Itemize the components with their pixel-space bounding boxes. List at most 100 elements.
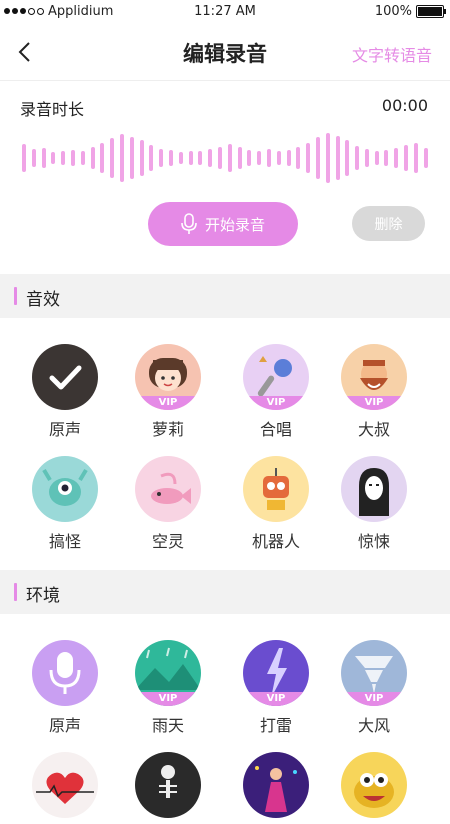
wave-bar <box>345 140 350 176</box>
environment-option[interactable]: VIP 雨天 <box>118 640 218 736</box>
battery-icon <box>416 5 446 18</box>
effects-option[interactable]: 原声 <box>15 344 115 440</box>
wave-bar <box>208 149 213 167</box>
studio-mic-icon <box>49 652 81 694</box>
effects-option[interactable]: VIP 合唱 <box>226 344 326 440</box>
wave-bar <box>394 148 399 168</box>
start-recording-label: 开始录音 <box>204 215 265 234</box>
environment-option[interactable]: VIP 打雷 <box>226 640 326 736</box>
skeleton-icon <box>159 765 177 798</box>
wave-bar <box>129 137 134 179</box>
wave-bar <box>149 145 154 171</box>
wave-bar <box>325 133 330 183</box>
wave-bar <box>266 149 271 167</box>
effects-option-avatar <box>32 344 98 410</box>
wave-bar <box>257 151 262 165</box>
section-title-environment: 环境 <box>26 586 60 606</box>
microphone-icon <box>181 213 197 234</box>
environment-option-avatar <box>32 640 98 706</box>
section-marker <box>14 287 17 305</box>
wave-bar <box>364 149 369 167</box>
wave-bar <box>306 143 311 173</box>
environment-option-label: 大风 <box>357 716 390 735</box>
duration-row: 录音时长 00:00 <box>20 96 428 119</box>
effects-option-avatar <box>32 456 98 522</box>
wave-bar <box>237 147 242 169</box>
effects-option-label: 机器人 <box>251 532 300 551</box>
heart-pulse-icon <box>36 772 94 804</box>
wave-bar <box>355 146 360 170</box>
effects-option-avatar: VIP <box>135 344 201 410</box>
effects-option[interactable]: 空灵 <box>118 456 218 552</box>
effects-option-label: 合唱 <box>259 420 292 439</box>
vip-badge: VIP <box>135 396 201 410</box>
wave-bar <box>119 134 124 182</box>
effects-option[interactable]: 机器人 <box>226 456 326 552</box>
environment-option[interactable] <box>324 752 424 824</box>
effects-option[interactable]: VIP 萝莉 <box>118 344 218 440</box>
wave-bar <box>423 148 428 168</box>
wave-bar <box>51 152 56 164</box>
effects-option-label: 空灵 <box>151 532 184 551</box>
environment-option[interactable] <box>15 752 115 824</box>
vip-badge: VIP <box>135 692 201 706</box>
effects-option[interactable]: VIP 大叔 <box>324 344 424 440</box>
effects-option[interactable]: 搞怪 <box>15 456 115 552</box>
wave-bar <box>70 150 75 166</box>
environment-option-avatar <box>243 752 309 818</box>
wave-bar <box>22 144 26 172</box>
wave-bar <box>335 136 340 180</box>
environment-option[interactable]: VIP 大风 <box>324 640 424 736</box>
effects-option-label: 惊悚 <box>357 532 390 551</box>
environment-option[interactable]: 原声 <box>15 640 115 736</box>
environment-option[interactable] <box>226 752 326 824</box>
ghost-mask-icon <box>359 468 389 516</box>
effects-option-avatar <box>341 456 407 522</box>
disco-icon <box>255 766 297 812</box>
environment-option-label: 原声 <box>48 716 81 735</box>
environment-option-avatar: VIP <box>135 640 201 706</box>
checkmark-icon <box>49 365 82 390</box>
wave-bar <box>384 150 389 166</box>
vip-badge: VIP <box>243 692 309 706</box>
start-recording-button[interactable]: 开始录音 <box>148 202 298 246</box>
waveform <box>22 128 428 188</box>
vip-badge: VIP <box>243 396 309 410</box>
effects-option[interactable]: 惊悚 <box>324 456 424 552</box>
wave-bar <box>61 151 66 165</box>
wave-bar <box>227 144 232 172</box>
wave-bar <box>110 138 115 178</box>
effects-option-avatar <box>135 456 201 522</box>
wave-bar <box>413 143 418 173</box>
vip-badge: VIP <box>341 692 407 706</box>
environment-option[interactable] <box>118 752 218 824</box>
environment-option-avatar: VIP <box>243 640 309 706</box>
section-title-effects: 音效 <box>26 290 60 310</box>
text-to-speech-button[interactable]: 文字转语音 <box>352 42 432 66</box>
wave-bar <box>90 147 95 169</box>
wave-bar <box>217 147 222 169</box>
navbar: 编辑录音 文字转语音 <box>0 24 450 81</box>
wave-bar <box>159 149 164 167</box>
wave-bar <box>31 149 36 167</box>
environment-option-avatar <box>135 752 201 818</box>
wave-bar <box>286 150 291 166</box>
wave-bar <box>315 137 320 179</box>
wave-bar <box>296 147 301 169</box>
duration-label: 录音时长 <box>20 100 85 119</box>
wave-bar <box>404 145 409 171</box>
environment-option-avatar: VIP <box>341 640 407 706</box>
environment-option-avatar <box>32 752 98 818</box>
effects-option-label: 搞怪 <box>48 532 81 551</box>
wave-bar <box>168 150 173 166</box>
wave-bar <box>276 151 281 165</box>
robot-icon <box>263 468 289 510</box>
status-bar: Applidium 11:27 AM 100% <box>0 0 450 24</box>
fish-icon <box>151 472 191 504</box>
duration-value: 00:00 <box>381 96 428 115</box>
delete-button[interactable]: 删除 <box>352 206 425 241</box>
wave-bar <box>198 151 203 165</box>
section-marker <box>14 583 17 601</box>
wave-bar <box>178 152 183 164</box>
effects-option-avatar: VIP <box>341 344 407 410</box>
